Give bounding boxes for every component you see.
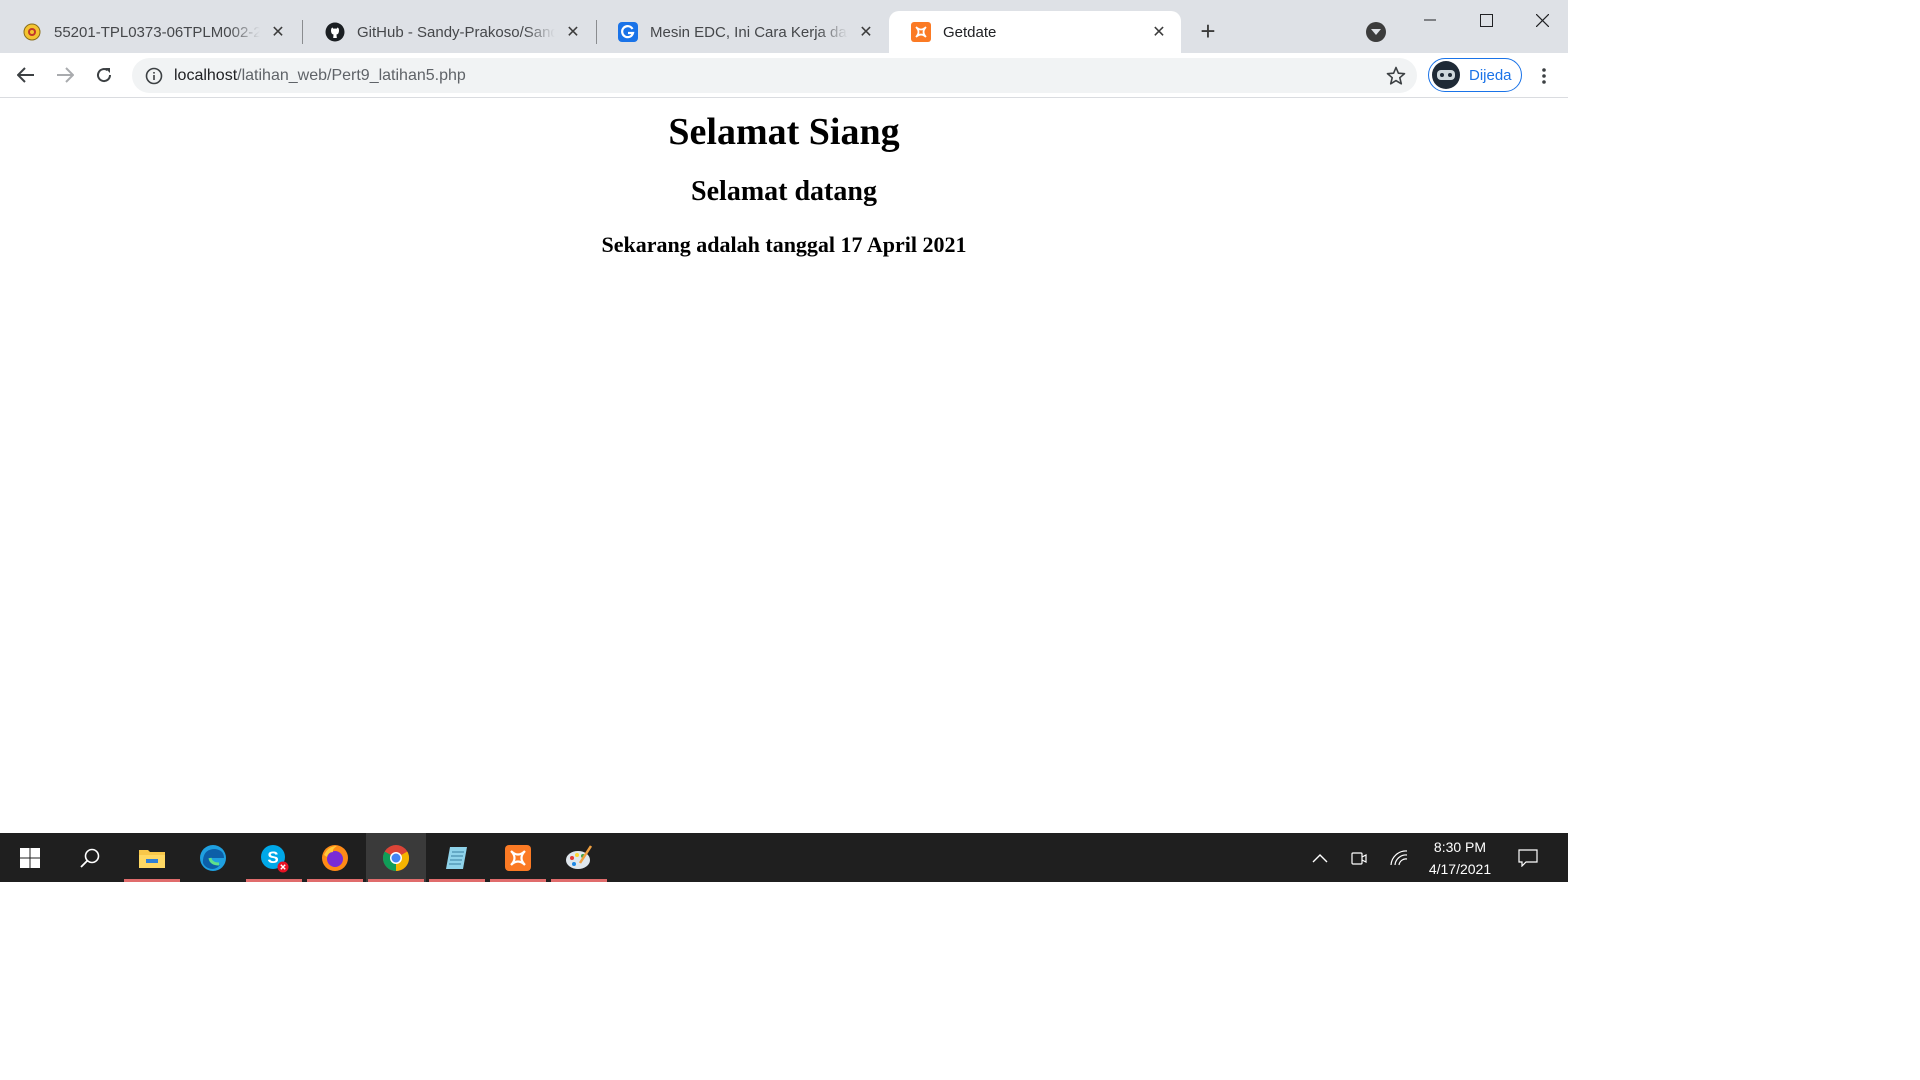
start-button[interactable] [0,833,60,882]
page-heading-welcome: Selamat datang [691,176,877,207]
notepad-icon [446,846,467,869]
close-icon[interactable]: ✕ [1149,22,1169,42]
address-bar[interactable]: localhost/latihan_web/Pert9_latihan5.php [132,58,1417,93]
running-indicator [368,879,424,882]
forward-button[interactable] [51,61,79,89]
reload-icon [97,68,112,83]
avatar [1432,61,1460,89]
show-hidden-icons-button[interactable] [1306,833,1334,882]
folder-icon [139,849,165,868]
running-indicator [307,879,363,882]
close-icon[interactable]: ✕ [268,22,288,42]
taskbar-file-explorer[interactable] [122,833,182,882]
browser-window: 55201-TPL0373-06TPLM002-2021 ✕ GitHub - … [0,0,1568,833]
paint-palette-icon [566,844,593,869]
tab-search-button[interactable] [1366,22,1386,42]
close-icon[interactable]: ✕ [856,22,876,42]
taskbar-chrome[interactable] [366,833,426,882]
clock-date: 4/17/2021 [1428,861,1492,877]
maximize-button[interactable] [1463,6,1509,34]
xampp-icon [911,22,931,42]
windows-taskbar: S 8:30 PM 4/17/2021 [0,833,1568,882]
tab-title: Getdate [943,23,997,41]
action-center-button[interactable] [1514,833,1542,882]
tab-title: GitHub - Sandy-Prakoso/Sandy-P [357,23,555,41]
chevron-down-icon [1371,29,1381,35]
close-window-button[interactable] [1519,6,1565,34]
taskbar-skype[interactable]: S [244,833,304,882]
maximize-icon [1479,13,1493,27]
browser-menu-button[interactable] [1534,65,1554,87]
profile-button[interactable]: Dijeda [1428,58,1522,92]
edge-icon [200,844,226,871]
page-heading-date: Sekarang adalah tanggal 17 April 2021 [601,232,967,257]
chrome-icon [382,844,410,871]
google-g-icon [618,22,638,42]
arrow-left-icon [17,67,34,83]
taskbar-paint[interactable] [549,833,609,882]
taskbar-xampp[interactable] [488,833,548,882]
firefox-icon [322,844,348,871]
taskbar-clock[interactable]: 8:30 PM 4/17/2021 [1418,836,1502,880]
reload-button[interactable] [90,61,118,89]
back-button[interactable] [12,61,40,89]
url-host: localhost [174,66,238,84]
new-tab-button[interactable]: + [1194,16,1222,46]
university-icon [22,22,42,42]
running-indicator [490,879,546,882]
close-icon[interactable]: ✕ [563,22,583,42]
taskbar-edge[interactable] [183,833,243,882]
tab-mesin-edc[interactable]: Mesin EDC, Ini Cara Kerja dan Tips ✕ [596,11,888,53]
tab-title: Mesin EDC, Ini Cara Kerja dan Tips [650,23,848,41]
notification-icon [1518,848,1538,867]
meet-now-icon [1351,851,1367,865]
tab-getdate[interactable]: Getdate ✕ [889,11,1181,53]
taskbar-firefox[interactable] [305,833,365,882]
url-text[interactable]: localhost/latihan_web/Pert9_latihan5.php [174,67,466,85]
xampp-icon [505,844,531,871]
tab-university[interactable]: 55201-TPL0373-06TPLM002-2021 ✕ [0,11,300,53]
tray-network[interactable] [1386,833,1412,882]
close-icon [1535,13,1549,27]
tab-title: 55201-TPL0373-06TPLM002-2021 [54,23,260,41]
tab-strip: 55201-TPL0373-06TPLM002-2021 ✕ GitHub - … [0,0,1568,53]
minimize-button[interactable] [1407,6,1453,34]
windows-icon [20,847,40,868]
url-path: /latihan_web/Pert9_latihan5.php [237,66,466,84]
taskbar-search-button[interactable] [60,833,120,882]
clock-time: 8:30 PM [1433,839,1487,855]
svg-text:S: S [267,848,278,867]
running-indicator [124,879,180,882]
bookmark-star-icon[interactable] [1385,65,1407,87]
page-heading-greeting: Selamat Siang [668,111,900,153]
skype-icon: S [261,844,289,872]
tray-meet-now[interactable] [1346,833,1372,882]
running-indicator [551,879,607,882]
tab-github[interactable]: GitHub - Sandy-Prakoso/Sandy-P ✕ [303,11,595,53]
wifi-icon [1390,849,1408,865]
running-indicator [429,879,485,882]
arrow-right-icon [57,67,74,83]
chevron-up-icon [1312,853,1328,862]
page-content: Selamat Siang Selamat datang Sekarang ad… [0,98,1568,833]
browser-toolbar: localhost/latihan_web/Pert9_latihan5.php… [0,53,1568,98]
running-indicator [246,879,302,882]
info-icon[interactable] [144,66,164,86]
more-vert-icon [1542,68,1546,84]
search-icon [80,848,100,868]
taskbar-notepad[interactable] [427,833,487,882]
profile-label: Dijeda [1469,66,1512,84]
github-icon [325,22,345,42]
minimize-icon [1424,19,1436,21]
